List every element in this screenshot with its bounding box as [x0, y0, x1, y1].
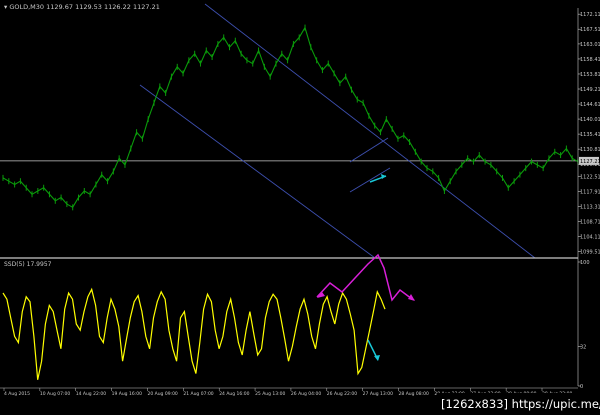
x-tick-label: 26 Aug 22:00	[327, 391, 357, 397]
watermark: [1262x833] https://upic.me/	[441, 397, 600, 411]
x-tick-label: 20 Aug 09:00	[147, 391, 177, 397]
price-tick-label: 1167.51	[580, 27, 600, 33]
x-tick-label: 25 Aug 13:00	[255, 391, 285, 397]
x-tick-label: 10 Aug 07:00	[40, 391, 70, 397]
price-tick-label: 1163.01	[580, 42, 600, 48]
osc-tick-label: 32	[580, 344, 586, 350]
price-tick-label: 1104.11	[580, 234, 600, 240]
chart-canvas: ▾ GOLD,M30 1129.67 1129.53 1126.22 1127.…	[0, 0, 600, 415]
price-tick-label: 1140.01	[580, 117, 600, 123]
current-price-label: 1127.21	[580, 159, 600, 165]
x-tick-label: 21 Aug 07:00	[183, 391, 213, 397]
x-tick-label: 19 Aug 16:00	[112, 391, 142, 397]
price-tick-label: 1135.41	[580, 132, 600, 138]
osc-tick-label: 100	[580, 260, 590, 266]
price-tick-label: 1130.81	[580, 147, 600, 153]
indicator-header: SSD(5) 17.9957	[4, 261, 52, 268]
price-tick-label: 1113.31	[580, 204, 600, 210]
price-tick-label: 1117.91	[580, 189, 600, 195]
osc-tick-label: 0	[580, 384, 583, 390]
price-tick-label: 1158.41	[580, 57, 600, 63]
price-tick-label: 1099.51	[580, 249, 600, 255]
chart-background	[0, 0, 600, 415]
symbol-header: ▾ GOLD,M30 1129.67 1129.53 1126.22 1127.…	[4, 3, 160, 11]
price-tick-label: 1144.61	[580, 102, 600, 108]
x-tick-label: 26 Aug 04:00	[291, 391, 321, 397]
price-tick-label: 1149.21	[580, 87, 600, 93]
price-tick-label: 1153.81	[580, 72, 600, 78]
x-tick-label: 24 Aug 16:00	[219, 391, 249, 397]
x-tick-label: 27 Aug 13:00	[363, 391, 393, 397]
x-tick-label: 14 Aug 22:00	[76, 391, 106, 397]
x-tick-label: 4 Aug 2015	[4, 391, 30, 397]
x-tick-label: 28 Aug 08:00	[399, 391, 429, 397]
price-tick-label: 1122.51	[580, 174, 600, 180]
price-tick-label: 1108.71	[580, 219, 600, 225]
price-tick-label: 1172.11	[580, 12, 600, 18]
